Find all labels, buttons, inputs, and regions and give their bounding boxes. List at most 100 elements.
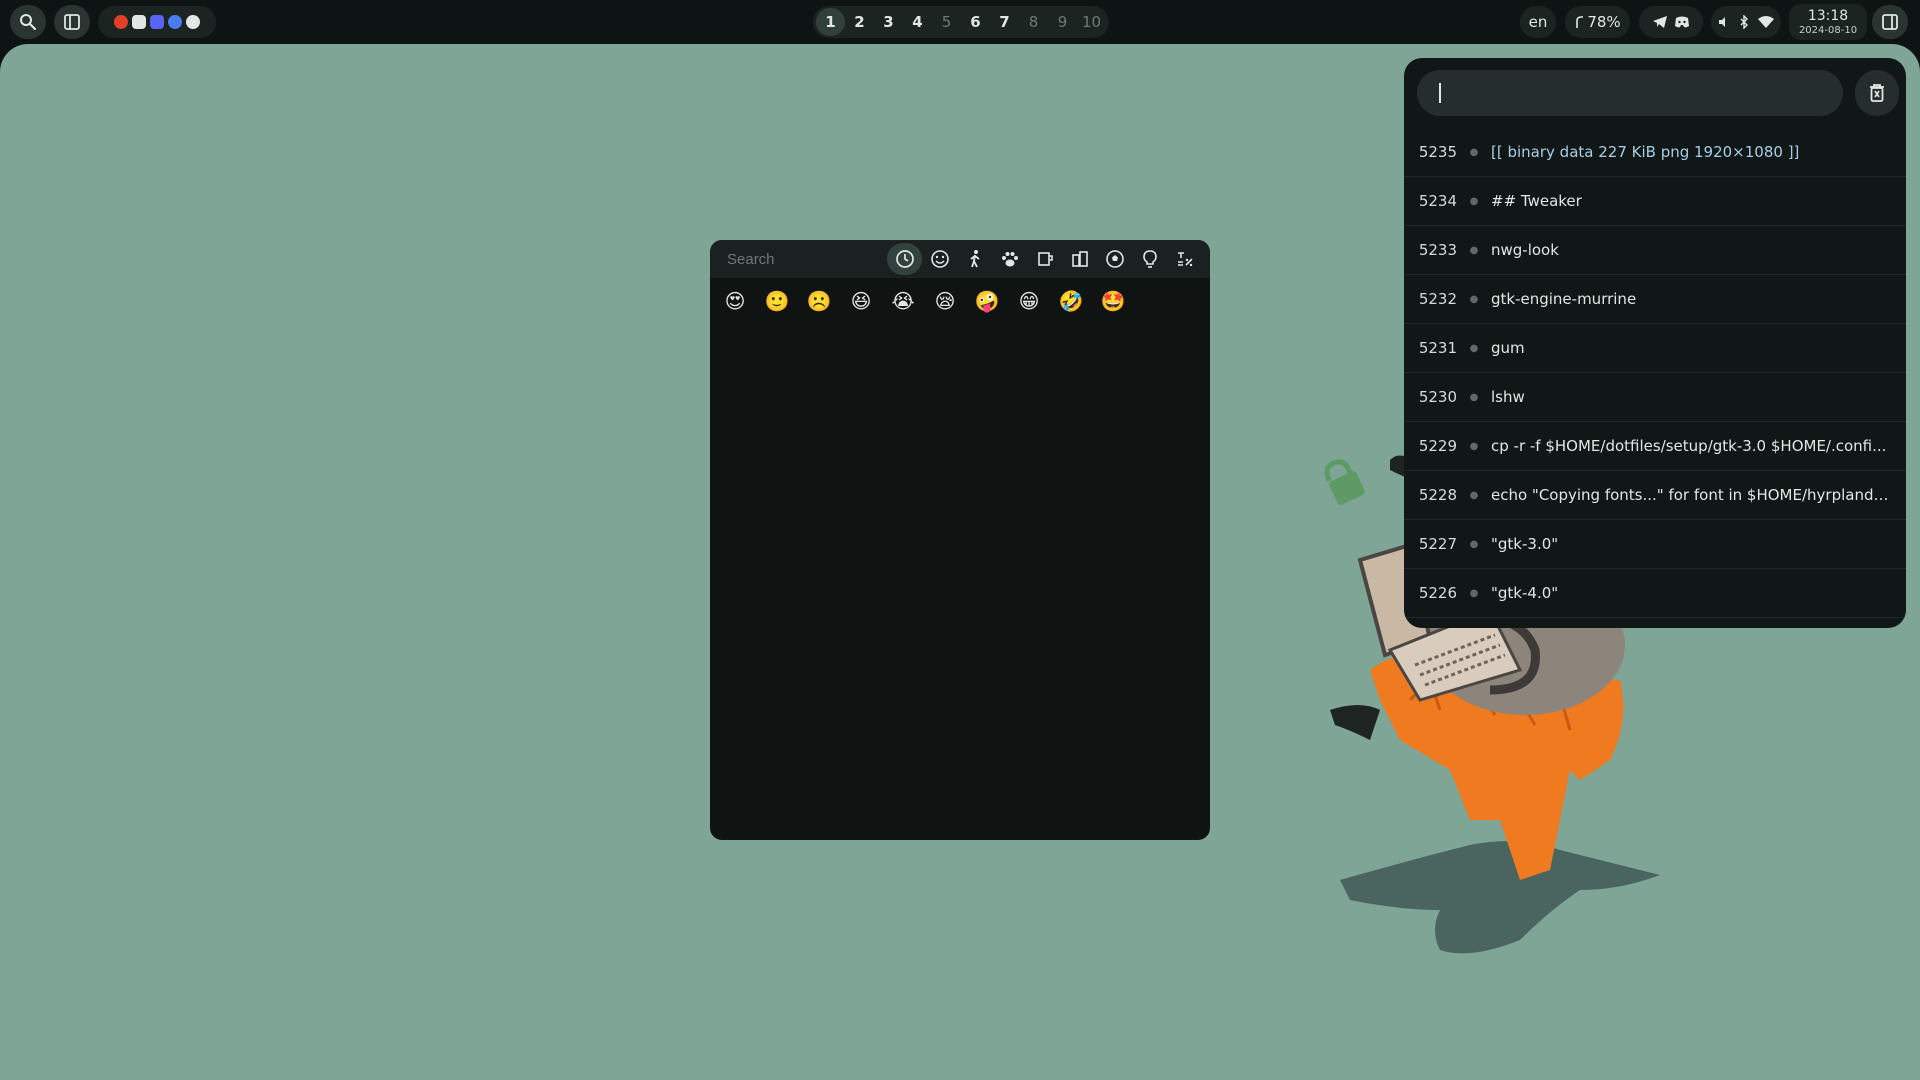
- discord-icon[interactable]: [150, 15, 164, 29]
- emoji-item[interactable]: 😪: [924, 284, 966, 318]
- workspace-8[interactable]: 8: [1019, 8, 1048, 36]
- app-launcher-icon[interactable]: [168, 15, 182, 29]
- clipboard-item-id: 5235: [1418, 143, 1457, 161]
- discord-icon[interactable]: [1674, 15, 1690, 29]
- clipboard-item-text: echo "Copying fonts..." for font in $HOM…: [1491, 486, 1891, 504]
- separator-dot: ●: [1469, 587, 1479, 599]
- clock-icon: [895, 250, 914, 268]
- clock-date: 2024-08-10: [1798, 25, 1858, 36]
- category-animals[interactable]: [992, 243, 1027, 275]
- clipboard-item[interactable]: 5230 ● lshw: [1404, 373, 1906, 422]
- recent-emoji-grid: 😍 🙂 ☹️ 😆 😭 😪 🤪 😁 🤣 🤩: [710, 278, 1210, 324]
- clipboard-item[interactable]: 5234 ● ## Tweaker: [1404, 177, 1906, 226]
- telegram-icon[interactable]: [1652, 15, 1668, 29]
- clear-clipboard-button[interactable]: [1855, 70, 1899, 116]
- paw-icon: [1001, 252, 1018, 267]
- clipboard-item[interactable]: 5228 ● echo "Copying fonts..." for font …: [1404, 471, 1906, 520]
- clipboard-item-id: 5232: [1418, 290, 1457, 308]
- emoji-picker: 😍 🙂 ☹️ 😆 😭 😪 🤪 😁 🤣 🤩: [710, 240, 1210, 840]
- separator-dot: ●: [1469, 244, 1479, 256]
- separator-dot: ●: [1469, 489, 1479, 501]
- workspace-1[interactable]: 1: [816, 8, 845, 36]
- left-sidebar-toggle-button[interactable]: [54, 5, 90, 39]
- separator-dot: ●: [1469, 391, 1479, 403]
- emoji-item[interactable]: 🤩: [1092, 284, 1134, 318]
- clipboard-item-id: 5229: [1418, 437, 1457, 455]
- emoji-item[interactable]: 🤣: [1050, 284, 1092, 318]
- lightbulb-icon: [1142, 250, 1157, 268]
- symbols-icon: [1177, 252, 1193, 267]
- wifi-icon: [1758, 16, 1774, 28]
- clipboard-search-input[interactable]: [1417, 70, 1843, 116]
- keyboard-layout[interactable]: en: [1520, 6, 1556, 38]
- category-objects[interactable]: [1132, 243, 1167, 275]
- volume-icon: [1719, 17, 1725, 27]
- coffee-icon: [1037, 252, 1053, 266]
- language-label: en: [1528, 13, 1548, 31]
- clipboard-list: 5235 ● [[ binary data 227 KiB png 1920×1…: [1404, 128, 1906, 618]
- clipboard-item-text: ## Tweaker: [1491, 192, 1582, 210]
- clock-time: 13:18: [1807, 8, 1849, 24]
- emoji-icon[interactable]: [186, 15, 200, 29]
- clipboard-item[interactable]: 5226 ● "gtk-4.0": [1404, 569, 1906, 618]
- emoji-item[interactable]: 😍: [714, 284, 756, 318]
- clipboard-history-panel: 5235 ● [[ binary data 227 KiB png 1920×1…: [1404, 58, 1906, 628]
- clipboard-item[interactable]: 5235 ● [[ binary data 227 KiB png 1920×1…: [1404, 128, 1906, 177]
- category-people[interactable]: [957, 243, 992, 275]
- clipboard-item-text: lshw: [1491, 388, 1525, 406]
- emoji-categories: [887, 243, 1202, 275]
- system-tray[interactable]: [1711, 6, 1781, 38]
- emoji-item[interactable]: 🤪: [966, 284, 1008, 318]
- emoji-item[interactable]: 😁: [1008, 284, 1050, 318]
- workspace-7[interactable]: 7: [990, 8, 1019, 36]
- workspace-10[interactable]: 10: [1077, 8, 1106, 36]
- workspace-4[interactable]: 4: [903, 8, 932, 36]
- category-food[interactable]: [1027, 243, 1062, 275]
- clipboard-item-text: gum: [1491, 339, 1525, 357]
- category-smileys[interactable]: [922, 243, 957, 275]
- person-walking-icon: [969, 250, 980, 268]
- clipboard-header: [1404, 58, 1906, 126]
- text-cursor: [1439, 83, 1441, 103]
- soccer-ball-icon: [1105, 250, 1124, 268]
- emoji-item[interactable]: ☹️: [798, 284, 840, 318]
- category-recent[interactable]: [887, 243, 922, 275]
- running-apps: [98, 6, 216, 38]
- clock[interactable]: 13:18 2024-08-10: [1789, 4, 1867, 40]
- clipboard-item-text: cp -r -f $HOME/dotfiles/setup/gtk-3.0 $H…: [1491, 437, 1887, 455]
- right-sidebar-toggle-button[interactable]: [1872, 5, 1908, 39]
- emoji-item[interactable]: 😆: [840, 284, 882, 318]
- separator-dot: ●: [1469, 440, 1479, 452]
- terminal-icon[interactable]: [132, 15, 146, 29]
- firefox-icon[interactable]: [114, 15, 128, 29]
- clipboard-item[interactable]: 5231 ● gum: [1404, 324, 1906, 373]
- clipboard-item[interactable]: 5232 ● gtk-engine-murrine: [1404, 275, 1906, 324]
- battery-indicator[interactable]: 78%: [1565, 6, 1630, 38]
- clipboard-item-id: 5231: [1418, 339, 1457, 357]
- category-travel[interactable]: [1062, 243, 1097, 275]
- emoji-search-input[interactable]: [727, 250, 887, 268]
- emoji-picker-header: [710, 240, 1210, 278]
- sidebar-left-icon: [64, 14, 80, 30]
- buildings-icon: [1071, 251, 1088, 267]
- clipboard-item-text: nwg-look: [1491, 241, 1559, 259]
- workspace-9[interactable]: 9: [1048, 8, 1077, 36]
- workspace-6[interactable]: 6: [961, 8, 990, 36]
- emoji-item[interactable]: 😭: [882, 284, 924, 318]
- workspace-3[interactable]: 3: [874, 8, 903, 36]
- search-button[interactable]: [10, 5, 46, 39]
- workspace-2[interactable]: 2: [845, 8, 874, 36]
- separator-dot: ●: [1469, 146, 1479, 158]
- workspace-5[interactable]: 5: [932, 8, 961, 36]
- clipboard-item[interactable]: 5229 ● cp -r -f $HOME/dotfiles/setup/gtk…: [1404, 422, 1906, 471]
- category-activities[interactable]: [1097, 243, 1132, 275]
- clipboard-item-id: 5226: [1418, 584, 1457, 602]
- emoji-item[interactable]: 🙂: [756, 284, 798, 318]
- category-symbols[interactable]: [1167, 243, 1202, 275]
- clipboard-item-text: gtk-engine-murrine: [1491, 290, 1637, 308]
- clipboard-item[interactable]: 5227 ● "gtk-3.0": [1404, 520, 1906, 569]
- workspace-switcher: 1 2 3 4 5 6 7 8 9 10: [813, 6, 1109, 38]
- battery-percent: 78%: [1587, 13, 1621, 31]
- messaging-apps: [1639, 6, 1703, 38]
- clipboard-item[interactable]: 5233 ● nwg-look: [1404, 226, 1906, 275]
